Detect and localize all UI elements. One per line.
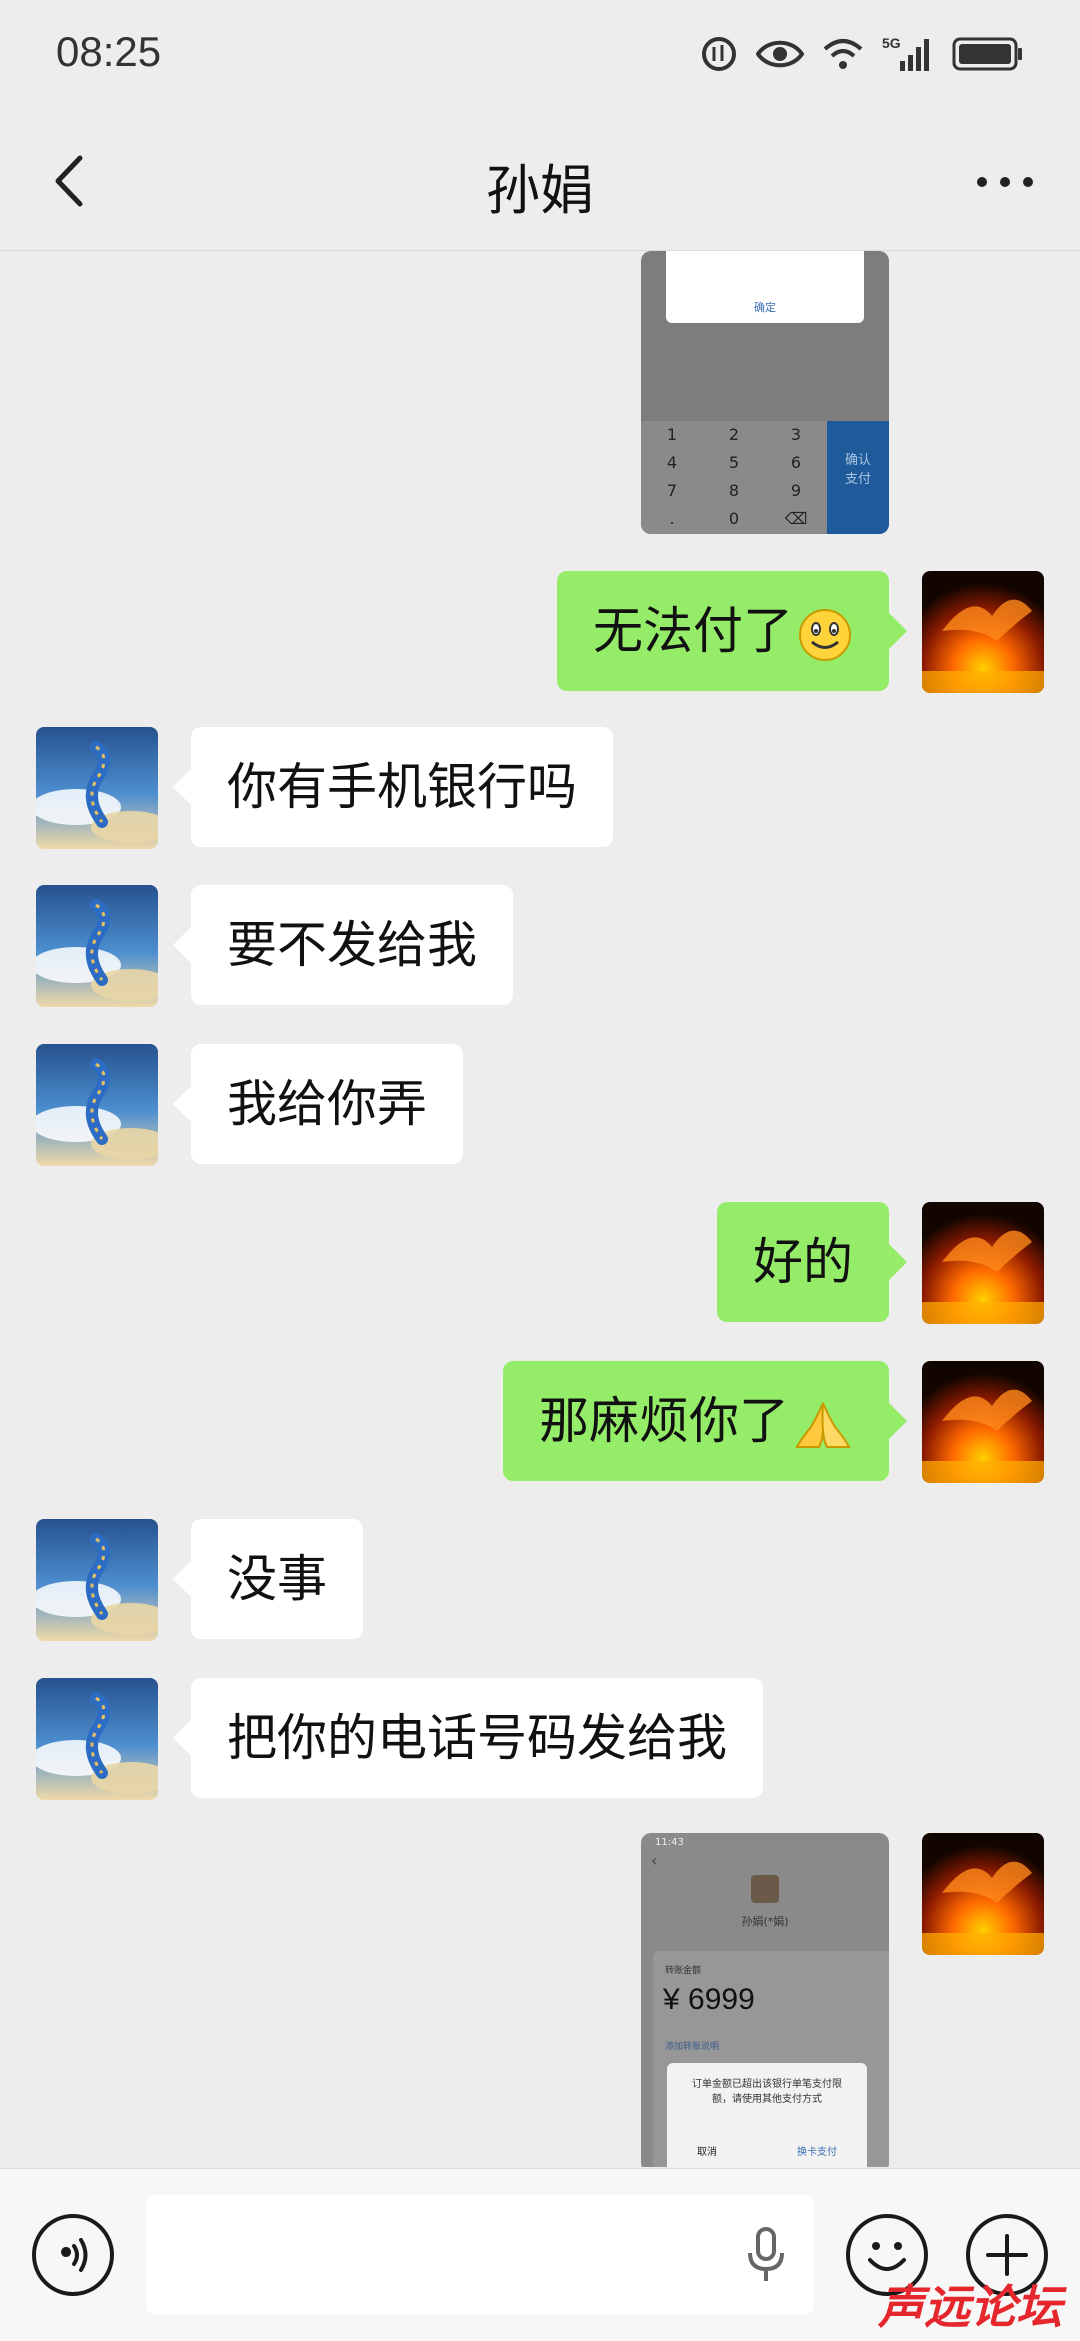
shot-cancel-button: 取消 xyxy=(697,2147,717,2158)
message-bubble-outgoing[interactable]: 无法付了 xyxy=(557,571,907,691)
voice-icon xyxy=(61,2238,88,2272)
message-bubble-incoming[interactable]: 我给你弄 xyxy=(173,1044,463,1164)
status-bar: 08:25 5G xyxy=(0,0,1080,110)
data-saver-icon xyxy=(702,37,736,71)
chat-title: 孙娟 xyxy=(486,159,594,222)
avatar-contact[interactable] xyxy=(36,1044,158,1166)
folded-hands-emoji xyxy=(795,1402,851,1448)
message-text: 我给你弄 xyxy=(227,1075,427,1133)
microphone-icon[interactable] xyxy=(746,2227,786,2285)
status-icons: 5G xyxy=(700,30,1024,78)
avatar-self[interactable] xyxy=(922,571,1044,693)
shot-note: 添加转账说明 xyxy=(665,2042,720,2052)
key: 3 xyxy=(790,425,802,444)
avatar-self[interactable] xyxy=(922,1833,1044,1955)
voice-toggle-button[interactable] xyxy=(32,2214,114,2296)
message-text: 要不发给我 xyxy=(227,916,477,974)
message-text: 没事 xyxy=(227,1550,327,1608)
message-image-transfer[interactable]: 11:43 ‹ 孙娟(*娟) 转账金额 ¥ 6999 添加转账说明 订单金额已超… xyxy=(641,1833,889,2167)
key: 9 xyxy=(790,481,802,500)
shot-amount: ¥ 6999 xyxy=(663,1983,755,2016)
shot-back-icon: ‹ xyxy=(651,1851,658,1870)
more-options-icon[interactable] xyxy=(970,152,1040,212)
message-text: 把你的电话号码发给我 xyxy=(227,1709,727,1767)
shot-status-time: 11:43 xyxy=(655,1837,684,1848)
wifi-icon xyxy=(823,39,863,69)
eye-icon xyxy=(756,40,804,68)
battery-icon xyxy=(952,37,1022,71)
message-bubble-incoming[interactable]: 把你的电话号码发给我 xyxy=(173,1678,763,1798)
input-bar: 声远论坛 xyxy=(0,2168,1080,2341)
message-text: 无法付了 xyxy=(593,602,793,660)
avatar-contact[interactable] xyxy=(36,885,158,1007)
key: 7 xyxy=(666,481,678,500)
signal-5g-icon: 5G xyxy=(882,35,929,71)
message-bubble-incoming[interactable]: 没事 xyxy=(173,1519,363,1639)
forum-watermark: 声远论坛 xyxy=(878,2280,1062,2334)
status-time: 08:25 xyxy=(56,28,162,75)
key: 5 xyxy=(728,453,740,472)
shot-amount-label: 转账金额 xyxy=(665,1966,702,1976)
shot-switch-card-button: 换卡支付 xyxy=(797,2147,837,2158)
avatar-contact[interactable] xyxy=(36,727,158,849)
message-list[interactable]: 确定 1 2 3 4 5 6 7 8 9 . 0 ⌫ 确认 支付 无法付了 你有… xyxy=(0,251,1080,2167)
avatar-contact[interactable] xyxy=(36,1678,158,1800)
message-bubble-outgoing[interactable]: 那麻烦你了 xyxy=(503,1361,907,1481)
key: 4 xyxy=(666,453,678,472)
key: 6 xyxy=(790,453,802,472)
avatar-contact[interactable] xyxy=(36,1519,158,1641)
message-text: 好的 xyxy=(753,1233,853,1291)
message-text: 你有手机银行吗 xyxy=(227,758,577,816)
key: 2 xyxy=(728,425,740,444)
message-bubble-incoming[interactable]: 你有手机银行吗 xyxy=(173,727,613,847)
keypad: 1 2 3 4 5 6 7 8 9 . 0 ⌫ xyxy=(641,421,827,534)
avatar-self[interactable] xyxy=(922,1361,1044,1483)
shot-avatar xyxy=(751,1875,779,1903)
dialog-confirm: 确定 xyxy=(754,301,776,314)
key: . xyxy=(669,509,675,528)
network-label: 5G xyxy=(882,35,901,51)
message-input[interactable] xyxy=(146,2195,814,2315)
shot-dialog-text: 订单金额已超出该银行单笔支付限额，请使用其他支付方式 xyxy=(692,2079,842,2105)
avatar-self[interactable] xyxy=(922,1202,1044,1324)
backspace-icon: ⌫ xyxy=(784,509,808,528)
smiley-emoji xyxy=(799,608,851,661)
key: 0 xyxy=(728,509,740,528)
confirm-pay-key: 确认 支付 xyxy=(827,421,889,534)
key: 8 xyxy=(728,481,740,500)
message-bubble-outgoing[interactable]: 好的 xyxy=(717,1202,907,1322)
shot-amount-card: 转账金额 ¥ 6999 添加转账说明 订单金额已超出该银行单笔支付限额，请使用其… xyxy=(653,1951,889,2167)
message-text: 那麻烦你了 xyxy=(539,1392,789,1450)
message-bubble-incoming[interactable]: 要不发给我 xyxy=(173,885,513,1005)
shot-dialog: 订单金额已超出该银行单笔支付限额，请使用其他支付方式 取消 换卡支付 xyxy=(667,2063,867,2167)
shot-payee-name: 孙娟(*娟) xyxy=(741,1915,789,1928)
chat-header: 孙娟 xyxy=(0,110,1080,251)
key: 1 xyxy=(666,425,678,444)
message-image-payment-keypad[interactable]: 确定 1 2 3 4 5 6 7 8 9 . 0 ⌫ 确认 支付 xyxy=(641,251,889,534)
dialog-card: 确定 xyxy=(666,251,864,323)
